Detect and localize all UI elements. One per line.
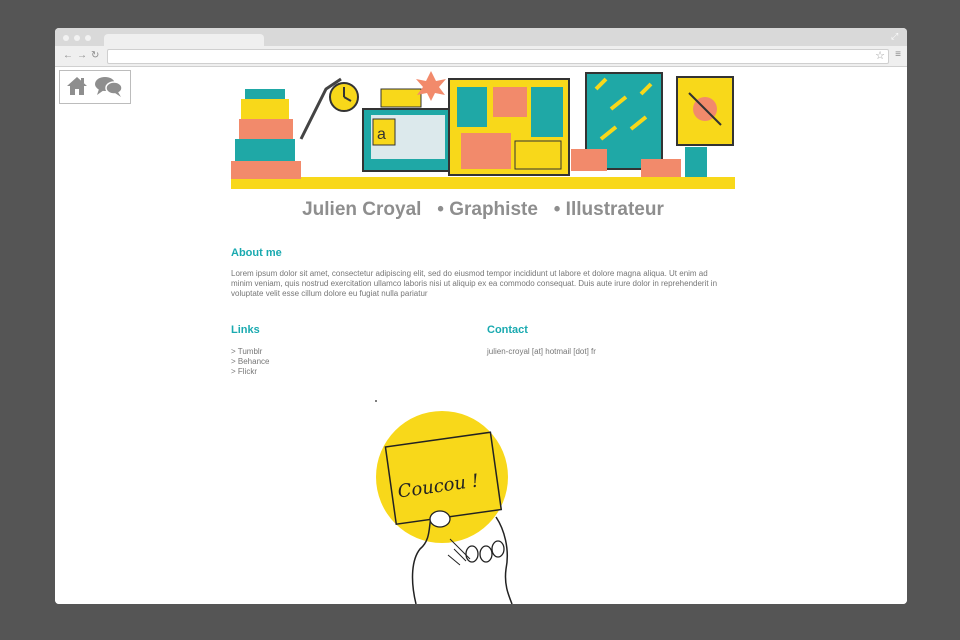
- contact-heading: Contact: [487, 324, 528, 336]
- page-title: Julien Croyal • Graphiste • Illustrateur: [231, 199, 735, 221]
- about-text: Lorem ipsum dolor sit amet, consectetur …: [231, 269, 718, 298]
- about-heading: About me: [231, 247, 282, 259]
- address-bar[interactable]: ☆: [107, 49, 889, 64]
- link-tumblr[interactable]: > Tumblr: [231, 347, 431, 357]
- links-heading: Links: [231, 324, 260, 336]
- title-role-illustrateur: • Illustrateur: [553, 199, 664, 220]
- window-minimize-dot[interactable]: [74, 35, 80, 41]
- link-flickr[interactable]: > Flickr: [231, 367, 431, 377]
- back-icon[interactable]: ←: [63, 49, 73, 63]
- reload-icon[interactable]: ↻: [91, 49, 99, 63]
- menu-icon[interactable]: ≡: [895, 49, 901, 60]
- title-name: Julien Croyal: [302, 199, 422, 220]
- contact-email: julien-croyal [at] hotmail [dot] fr: [487, 347, 596, 356]
- title-role-graphiste: • Graphiste: [437, 199, 538, 220]
- link-behance[interactable]: > Behance: [231, 357, 431, 367]
- browser-window: ⤢ ← → ↻ ☆ ≡ a Julien Croyal • Graphiste …: [55, 28, 907, 604]
- nav-icon-box: [59, 70, 131, 104]
- browser-tab[interactable]: [104, 34, 264, 46]
- home-icon[interactable]: [66, 75, 88, 97]
- bookmark-star-icon[interactable]: ☆: [875, 49, 885, 62]
- links-list: > Tumblr > Behance > Flickr: [231, 347, 431, 377]
- fullscreen-icon[interactable]: ⤢: [891, 31, 901, 41]
- hand-holding-card-illustration: Coucou !: [375, 400, 513, 604]
- desk-illustration-banner: a: [231, 71, 735, 189]
- window-zoom-dot[interactable]: [85, 35, 91, 41]
- page-viewport: a Julien Croyal • Graphiste • Illustrate…: [55, 67, 907, 604]
- title-bar: ⤢: [55, 28, 907, 46]
- speech-bubbles-icon[interactable]: [94, 75, 124, 99]
- browser-toolbar: ← → ↻ ☆ ≡: [55, 46, 907, 67]
- svg-text:a: a: [377, 126, 386, 143]
- window-close-dot[interactable]: [63, 35, 69, 41]
- forward-icon[interactable]: →: [77, 49, 87, 63]
